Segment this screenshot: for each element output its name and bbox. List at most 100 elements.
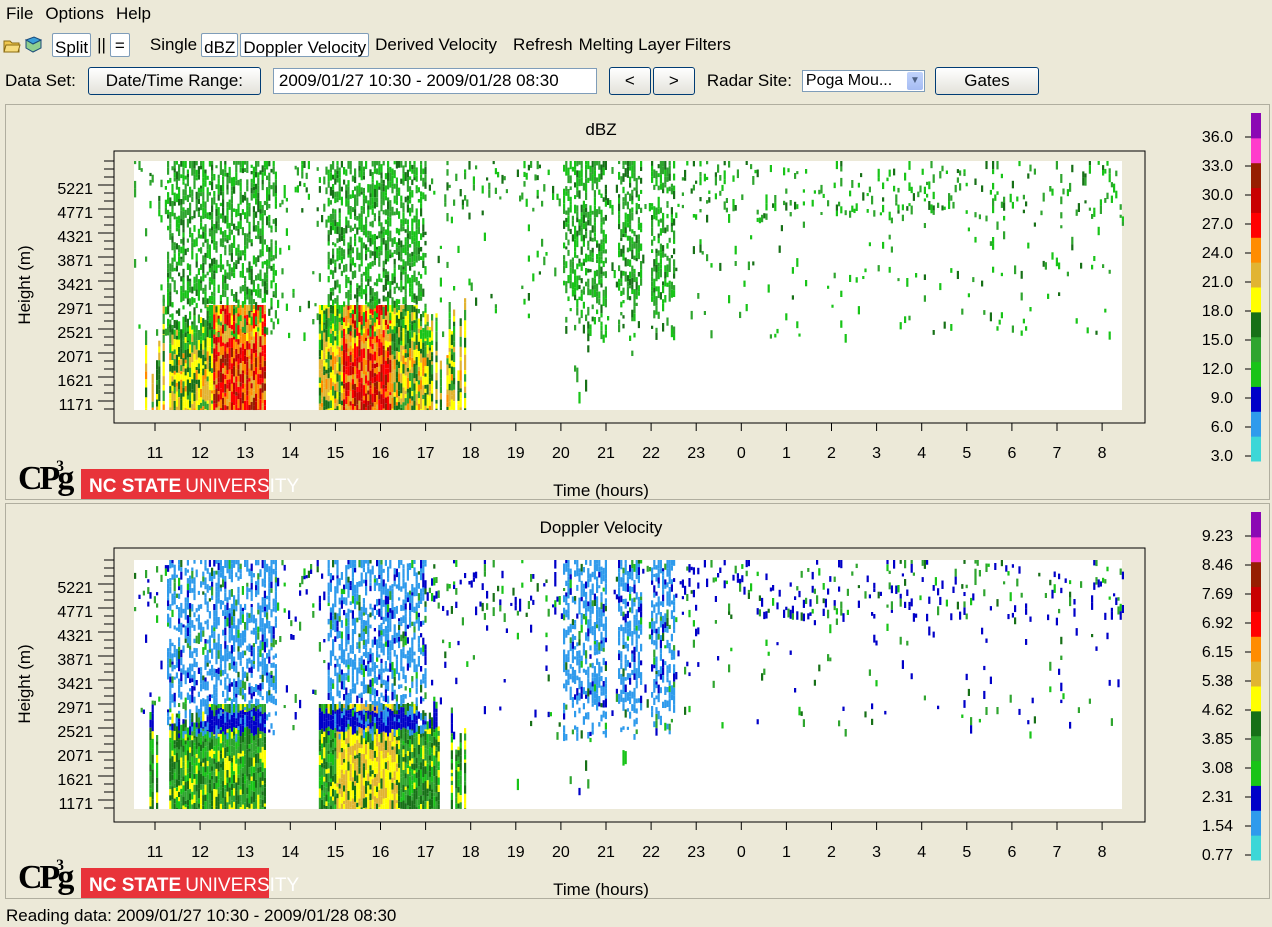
color-scale-swatch [1251, 785, 1261, 811]
color-scale-swatch [1251, 661, 1261, 687]
radar-site-select[interactable]: Poga Mou... ▼ [801, 70, 925, 92]
color-scale-swatch [1251, 262, 1261, 288]
dbz-panel: dBZ 5221 4771 4321 3871 3421 2971 2521 2071 1621… [5, 104, 1270, 500]
x-tick-labels: 11 12 13 14 15 16 17 18 19 20 21 22 23 0 1 2 3 4 5 6 7 8 [147, 822, 1107, 861]
menu-bar: File Options Help [0, 0, 1272, 27]
y-tick-label: 2071 [57, 349, 93, 366]
ncsu-logo-bold: NC STATE [89, 476, 181, 497]
x-tick-label: 22 [642, 445, 660, 462]
x-tick-label: 3 [872, 844, 881, 861]
x-tick-label: 16 [372, 445, 390, 462]
color-scale-label: 3.0 [1211, 448, 1233, 465]
equal-button[interactable]: = [109, 33, 130, 57]
date-time-range-button[interactable]: Date/Time Range: [87, 67, 261, 95]
x-tick-label: 20 [552, 445, 570, 462]
dbz-button[interactable]: dBZ [201, 33, 239, 57]
split-button[interactable]: Split [52, 33, 92, 57]
menu-file[interactable]: File [0, 4, 39, 24]
x-tick-labels: 11 12 13 14 15 16 17 18 19 20 21 22 23 0 1 2 3 4 5 6 7 8 [147, 423, 1107, 462]
x-tick-label: 12 [191, 844, 209, 861]
dropdown-arrow-icon[interactable]: ▼ [906, 72, 923, 90]
gates-button[interactable]: Gates [934, 67, 1039, 95]
y-tick-marks [98, 160, 114, 410]
menu-help[interactable]: Help [110, 4, 157, 24]
toolbar: Split || = Single dBZ Doppler Velocity D… [0, 29, 1272, 61]
derived-velocity-button[interactable]: Derived Velocity [371, 35, 501, 55]
color-scale-swatch [1251, 735, 1261, 762]
x-tick-label: 4 [917, 445, 926, 462]
color-scale-label: 36.0 [1202, 129, 1233, 146]
x-tick-label: 11 [147, 844, 164, 861]
x-tick-label: 15 [327, 445, 345, 462]
y-tick-label: 3421 [57, 676, 93, 693]
pause-button[interactable]: || [93, 35, 110, 55]
melting-layer-button[interactable]: Melting Layer [577, 35, 683, 55]
x-tick-label: 7 [1053, 844, 1062, 861]
x-tick-label: 6 [1007, 445, 1016, 462]
y-tick-label: 2971 [57, 700, 93, 717]
x-axis-label: Time (hours) [553, 880, 649, 898]
y-tick-marks [98, 559, 114, 809]
refresh-button[interactable]: Refresh [509, 35, 577, 55]
next-button[interactable]: > [652, 67, 695, 95]
y-axis-label: Height (m) [15, 245, 34, 324]
x-tick-label: 21 [597, 844, 615, 861]
x-tick-label: 17 [417, 445, 435, 462]
color-scale-swatch [1251, 336, 1261, 363]
color-scale-label: 9.23 [1202, 528, 1233, 545]
x-tick-label: 11 [147, 445, 164, 462]
color-scale-swatch [1251, 760, 1261, 786]
color-scale-label: 0.77 [1202, 847, 1233, 864]
y-tick-label: 3421 [57, 277, 93, 294]
color-scale-label: 27.0 [1202, 216, 1233, 233]
color-scale-label: 2.31 [1202, 789, 1233, 806]
doppler-velocity-button[interactable]: Doppler Velocity [240, 33, 370, 57]
color-scale-swatch [1251, 212, 1261, 238]
color-scale-swatch [1251, 561, 1261, 588]
y-tick-label: 4771 [57, 205, 93, 222]
x-tick-label: 0 [737, 844, 746, 861]
x-tick-label: 19 [507, 445, 525, 462]
x-tick-label: 18 [462, 445, 480, 462]
chart-title: dBZ [585, 120, 616, 139]
color-scale-label: 1.54 [1202, 818, 1233, 835]
x-tick-label: 18 [462, 844, 480, 861]
y-tick-label: 2071 [57, 748, 93, 765]
x-tick-label: 22 [642, 844, 660, 861]
color-scale-label: 18.0 [1202, 303, 1233, 320]
x-tick-label: 12 [191, 445, 209, 462]
color-scale-label: 3.85 [1202, 731, 1233, 748]
color-scale-swatch [1251, 536, 1261, 563]
cpg-logo-text: CPg [18, 859, 74, 896]
filters-button[interactable]: Filters [683, 35, 733, 55]
color-scale-swatch [1251, 512, 1261, 538]
color-scale-label: 12.0 [1202, 361, 1233, 378]
color-scale-label: 8.46 [1202, 557, 1233, 574]
menu-options[interactable]: Options [39, 4, 110, 24]
color-scale-label: 9.0 [1211, 390, 1233, 407]
previous-button[interactable]: < [608, 67, 651, 95]
ncsu-logo: NC STATE UNIVERSITY [81, 868, 300, 898]
color-scale-label: 3.08 [1202, 760, 1233, 777]
x-tick-label: 15 [327, 844, 345, 861]
doppler-panel: Doppler Velocity 5221 4771 4321 3871 3421 297… [5, 503, 1270, 899]
x-tick-label: 6 [1007, 844, 1016, 861]
svg-text:NC STATEUNIVERSITY: NC STATE UNIVERSITY [89, 476, 300, 497]
y-tick-label: 1621 [57, 772, 93, 789]
color-scale-swatch [1251, 686, 1261, 712]
x-tick-label: 7 [1053, 445, 1062, 462]
single-button[interactable]: Single [146, 35, 201, 55]
color-scale-label: 24.0 [1202, 245, 1233, 262]
date-time-range-field[interactable]: 2009/01/27 10:30 - 2009/01/28 08:30 [272, 68, 597, 94]
book-icon[interactable] [24, 36, 43, 54]
radar-site-label: Radar Site: [706, 71, 792, 90]
color-scale-swatch [1251, 287, 1261, 313]
x-tick-label: 1 [782, 445, 791, 462]
color-scale-swatch [1251, 237, 1261, 263]
color-scale-swatch [1251, 113, 1261, 139]
x-tick-label: 5 [962, 445, 971, 462]
ncsu-logo-light: UNIVERSITY [185, 875, 299, 896]
y-tick-labels: 5221 4771 4321 3871 3421 2971 2521 2071 1621 1171 [57, 181, 93, 414]
x-tick-label: 1 [782, 844, 791, 861]
open-folder-icon[interactable] [3, 36, 21, 54]
